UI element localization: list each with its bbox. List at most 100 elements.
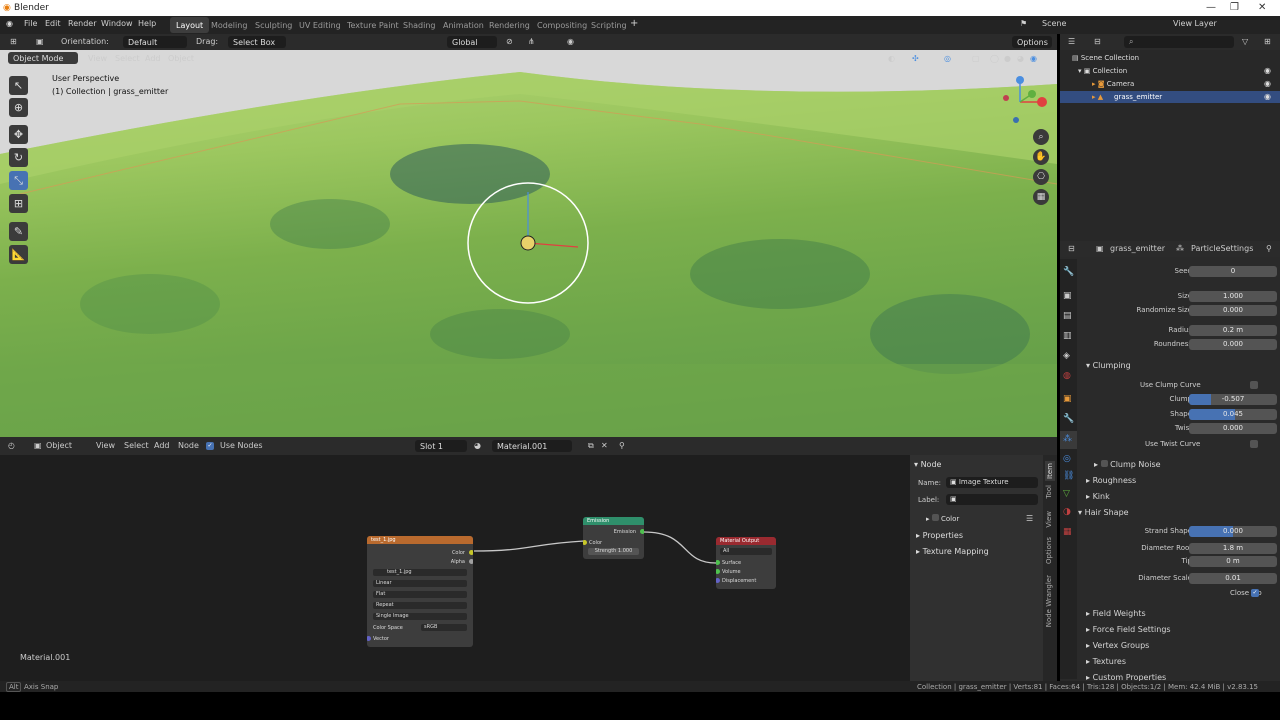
tab-scripting[interactable]: Scripting xyxy=(585,17,633,33)
strand-shape-slider[interactable]: 0.000 xyxy=(1189,526,1277,537)
force-field-panel[interactable]: ▸ Force Field Settings xyxy=(1086,625,1171,634)
view-layer-name[interactable]: View Layer xyxy=(1173,19,1217,28)
duplicate-material-icon[interactable]: ⧉ xyxy=(588,441,594,451)
tab-uv-editing[interactable]: UV Editing xyxy=(293,17,347,33)
menu-file[interactable]: File xyxy=(24,19,37,28)
camera-view-icon[interactable]: ⎔ xyxy=(1033,169,1049,185)
diameter-scale-field[interactable]: 0.01 xyxy=(1189,573,1277,584)
target-dropdown[interactable]: All xyxy=(720,548,772,555)
colorspace-dropdown[interactable]: sRGB xyxy=(421,624,467,631)
strength-field[interactable]: Strength 1.000 xyxy=(588,548,639,555)
navigation-gizmo[interactable] xyxy=(996,74,1050,128)
data-tab-icon[interactable]: ▽ xyxy=(1063,489,1070,499)
vertex-groups-panel[interactable]: ▸ Vertex Groups xyxy=(1086,641,1149,650)
volume-input-socket[interactable] xyxy=(716,569,720,574)
use-clump-curve-checkbox[interactable] xyxy=(1250,381,1258,389)
visibility-icon[interactable]: ◐ xyxy=(888,54,895,63)
unlink-material-icon[interactable]: ✕ xyxy=(601,441,608,450)
particles-tab-icon[interactable]: ⁂ xyxy=(1060,431,1077,449)
constraints-tab-icon[interactable]: ⛓ xyxy=(1063,471,1074,481)
hair-shape-panel-header[interactable]: ▾ Hair Shape xyxy=(1078,508,1129,517)
menu-view[interactable]: View xyxy=(88,54,107,63)
tree-item-camera[interactable]: ▸ ◙ Camera xyxy=(1092,80,1134,88)
add-workspace-icon[interactable]: + xyxy=(630,18,638,29)
menu-render[interactable]: Render xyxy=(68,19,96,28)
cursor-tool-icon[interactable]: ⊕ xyxy=(9,98,28,117)
radius-field[interactable]: 0.2 m xyxy=(1189,325,1277,336)
node-editor-type-icon[interactable]: ◴ xyxy=(8,441,15,450)
shading-solid-icon[interactable]: ● xyxy=(1004,54,1011,63)
tree-item-grass-emitter[interactable]: ▸ ▲ grass_emitter xyxy=(1060,91,1280,103)
tab-modeling[interactable]: Modeling xyxy=(205,17,253,33)
extension-dropdown[interactable]: Repeat xyxy=(373,602,467,609)
emission-node[interactable]: Emission Emission Color Strength 1.000 xyxy=(583,517,644,559)
texture-mapping-subpanel[interactable]: ▸ Texture Mapping xyxy=(916,547,989,556)
tab-tool[interactable]: Tool xyxy=(1045,485,1053,499)
node-name-field[interactable]: ▣ Image Texture xyxy=(946,477,1038,488)
image-selector[interactable]: test_1.jpg xyxy=(373,569,467,576)
menu-help[interactable]: Help xyxy=(138,19,156,28)
tab-sculpting[interactable]: Sculpting xyxy=(249,17,298,33)
clump-noise-panel[interactable]: ▸ Clump Noise xyxy=(1094,460,1161,469)
close-button[interactable]: ✕ xyxy=(1258,2,1266,13)
texture-tab-icon[interactable]: ▦ xyxy=(1063,527,1072,537)
projection-dropdown[interactable]: Flat xyxy=(373,591,467,598)
clumping-panel-header[interactable]: ▾ Clumping xyxy=(1086,361,1131,370)
roughness-panel[interactable]: ▸ Roughness xyxy=(1086,476,1136,485)
randomize-size-field[interactable]: 0.000 xyxy=(1189,305,1277,316)
use-nodes-checkbox[interactable]: ✓ xyxy=(206,442,214,450)
minimize-button[interactable]: — xyxy=(1206,2,1216,13)
tab-options[interactable]: Options xyxy=(1045,537,1053,564)
tip-field[interactable]: 0 m xyxy=(1189,556,1277,567)
tool-tab-icon[interactable]: 🔧 xyxy=(1063,267,1074,277)
material-tab-icon[interactable]: ◑ xyxy=(1063,507,1071,517)
pivot-icon[interactable]: ⊘ xyxy=(506,37,513,46)
tab-compositing[interactable]: Compositing xyxy=(531,17,593,33)
physics-tab-icon[interactable]: ◎ xyxy=(1063,454,1071,464)
tab-texture-paint[interactable]: Texture Paint xyxy=(341,17,405,33)
transform-orientation-dropdown[interactable]: Global xyxy=(447,36,497,48)
snap-icon[interactable]: ⋔ xyxy=(528,37,535,46)
measure-tool-icon[interactable]: 📐 xyxy=(9,245,28,264)
emission-output-socket[interactable] xyxy=(640,529,644,534)
shading-wireframe-icon[interactable]: ◯ xyxy=(990,54,999,63)
select-mode-icon[interactable]: ▣ xyxy=(36,37,44,46)
node-panel-header[interactable]: ▾ Node xyxy=(914,460,941,469)
pan-hand-icon[interactable]: ✋ xyxy=(1033,149,1049,165)
roundness-field[interactable]: 0.000 xyxy=(1189,339,1277,350)
tweak-tool-icon[interactable]: ↖ xyxy=(9,76,28,95)
twist-field[interactable]: 0.000 xyxy=(1189,423,1277,434)
options-dropdown[interactable]: Options xyxy=(1012,36,1052,48)
modifier-tab-icon[interactable]: 🔧 xyxy=(1063,414,1074,424)
node-menu-node[interactable]: Node xyxy=(178,441,199,450)
diameter-root-field[interactable]: 1.8 m xyxy=(1189,543,1277,554)
transform-tool-icon[interactable]: ⊞ xyxy=(9,194,28,213)
slot-dropdown[interactable]: Slot 1 xyxy=(415,440,467,452)
menu-add[interactable]: Add xyxy=(145,54,161,63)
textures-panel[interactable]: ▸ Textures xyxy=(1086,657,1126,666)
tree-root[interactable]: ▤ Scene Collection xyxy=(1072,54,1139,62)
tab-view[interactable]: View xyxy=(1045,511,1053,528)
tab-rendering[interactable]: Rendering xyxy=(483,17,536,33)
menu-object[interactable]: Object xyxy=(168,54,194,63)
color-subpanel[interactable]: ▸ Color xyxy=(926,514,959,523)
color-checkbox[interactable] xyxy=(931,514,939,521)
tab-shading[interactable]: Shading xyxy=(397,17,442,33)
pin-icon[interactable]: ⚲ xyxy=(619,441,625,450)
xray-icon[interactable]: ▢ xyxy=(972,54,980,63)
use-twist-curve-checkbox[interactable] xyxy=(1250,440,1258,448)
color-output-socket[interactable] xyxy=(469,550,473,555)
material-name-field[interactable]: Material.001 xyxy=(492,440,572,452)
list-icon[interactable]: ☰ xyxy=(1026,514,1033,523)
displacement-input-socket[interactable] xyxy=(716,578,720,583)
tree-collection[interactable]: ▾ ▣ Collection xyxy=(1078,67,1127,75)
gizmo-icon[interactable]: ✣ xyxy=(912,54,919,63)
clump-slider[interactable]: -0.507 xyxy=(1189,394,1277,405)
new-collection-icon[interactable]: ⊞ xyxy=(1264,37,1271,46)
shading-material-icon[interactable]: ◕ xyxy=(1017,54,1024,63)
custom-properties-panel[interactable]: ▸ Custom Properties xyxy=(1086,673,1166,681)
node-menu-view[interactable]: View xyxy=(96,441,115,450)
interpolation-dropdown[interactable]: Linear xyxy=(373,580,467,587)
outliner-search-input[interactable]: ⌕ xyxy=(1124,36,1234,48)
shading-rendered-icon[interactable]: ◉ xyxy=(1030,54,1037,63)
